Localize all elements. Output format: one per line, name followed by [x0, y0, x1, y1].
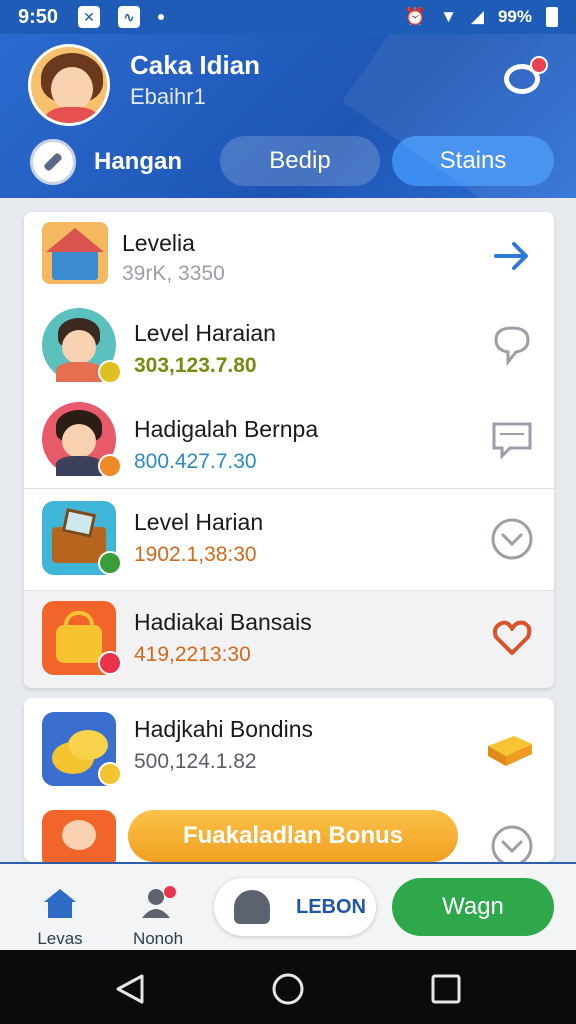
user-name: Caka Idian: [130, 50, 261, 80]
notification-x-icon: ✕: [78, 6, 101, 28]
chevron-down-circle-icon[interactable]: [490, 824, 534, 862]
recents-icon[interactable]: [428, 972, 464, 1006]
list-item[interactable]: Hadigalah Bernpa 800.427.7.30: [24, 394, 554, 488]
status-bar: 9:50 ✕ ∿ ⏰ ▼ ◢ 99%: [0, 0, 576, 34]
item-title: Level Harian: [134, 509, 264, 535]
wifi-icon: ▼: [440, 7, 457, 26]
nav-profile-label: Nonoh: [132, 929, 184, 948]
item-title: Level Haraian: [134, 320, 276, 346]
login-button[interactable]: Wagn: [392, 878, 554, 936]
tab-hangan-label: Hangan: [94, 148, 183, 175]
item-title: Hadiakai Bansais: [134, 609, 312, 635]
chat-button[interactable]: [502, 56, 548, 100]
arrow-right-icon[interactable]: [490, 234, 534, 278]
alarm-icon: ⏰: [404, 7, 427, 26]
gift-badge-icon: [98, 651, 122, 675]
item-value: 500,124.1.82: [134, 750, 257, 773]
coin-badge-icon: [98, 360, 122, 384]
user-subtitle: Ebaihr1: [130, 84, 206, 109]
character-icon: [42, 810, 116, 862]
tab-stains[interactable]: Stains: [392, 136, 554, 186]
status-time: 9:50: [18, 5, 59, 28]
message-icon[interactable]: [490, 418, 534, 462]
bonus-button[interactable]: Fuakaladlan Bonus: [128, 810, 458, 862]
battery-percent: 99%: [497, 7, 532, 26]
list-item[interactable]: Hadiakai Bansais 419,2213:30: [24, 590, 554, 688]
chat-icon: [504, 64, 540, 94]
dollar-badge-icon: [98, 762, 122, 786]
bonus-card: Hadjkahi Bondins 500,124.1.82 Fuakaladla…: [24, 698, 554, 862]
leaf-badge-icon: [98, 551, 122, 575]
gold-bar-icon[interactable]: [484, 726, 534, 770]
battery-icon: [546, 7, 558, 27]
notification-badge: [530, 56, 548, 74]
notification-app-icon: ∿: [118, 6, 141, 28]
list-item[interactable]: Levelia 39rK, 3350: [24, 212, 554, 300]
list-item[interactable]: Hadjkahi Bondins 500,124.1.82: [24, 698, 554, 798]
item-title: Hadjkahi Bondins: [134, 716, 314, 742]
item-value: 1902.1,38:30: [134, 543, 257, 566]
item-value: 303,123.7.80: [134, 354, 257, 377]
list-item[interactable]: Level Haraian 303,123.7.80: [24, 300, 554, 394]
fire-badge-icon: [98, 454, 122, 478]
reward-list-card: Levelia 39rK, 3350 Level Haraian 303,123…: [24, 212, 554, 688]
lebon-label: LEBON: [296, 895, 366, 918]
bonus-button-label: Fuakaladlan Bonus: [182, 822, 404, 849]
nav-home-label: Levas: [37, 929, 83, 948]
status-dot-icon: [158, 14, 165, 20]
nav-profile[interactable]: Nonoh: [118, 874, 198, 949]
system-navigation-bar: [0, 950, 576, 1024]
heart-icon[interactable]: [490, 615, 534, 659]
house-icon: [42, 222, 108, 284]
tab-bar: Hangan Bedip Stains: [0, 134, 576, 190]
home-circle-icon[interactable]: [270, 972, 306, 1006]
nav-home[interactable]: Levas: [20, 874, 100, 949]
list-item[interactable]: Level Harian 1902.1,38:30: [24, 488, 554, 590]
item-title: Hadigalah Bernpa: [134, 416, 319, 442]
pencil-icon: [30, 139, 76, 185]
person-icon: [142, 886, 176, 918]
item-value: 39rK, 3350: [122, 262, 225, 285]
item-value: 800.427.7.30: [134, 450, 257, 473]
item-title: Levelia: [122, 230, 195, 256]
speech-bubble-icon[interactable]: [490, 322, 534, 366]
bottom-navigation: Levas Nonoh LEBON Wagn: [0, 862, 576, 950]
item-value: 419,2213:30: [134, 643, 251, 666]
avatar[interactable]: [28, 44, 110, 126]
signal-icon: ◢: [470, 7, 484, 26]
profile-header: Caka Idian Ebaihr1 Hangan Bedip Stains: [0, 34, 576, 198]
back-icon[interactable]: [112, 972, 148, 1006]
login-label: Wagn: [442, 893, 504, 920]
home-icon: [44, 889, 76, 918]
tab-hangan[interactable]: Hangan: [30, 138, 182, 186]
tab-bedip[interactable]: Bedip: [220, 136, 380, 186]
list-item[interactable]: Fuakaladlan Bonus: [24, 798, 554, 862]
lebon-button[interactable]: LEBON: [214, 878, 376, 936]
chevron-down-circle-icon[interactable]: [490, 517, 534, 561]
person-icon: [234, 890, 270, 924]
